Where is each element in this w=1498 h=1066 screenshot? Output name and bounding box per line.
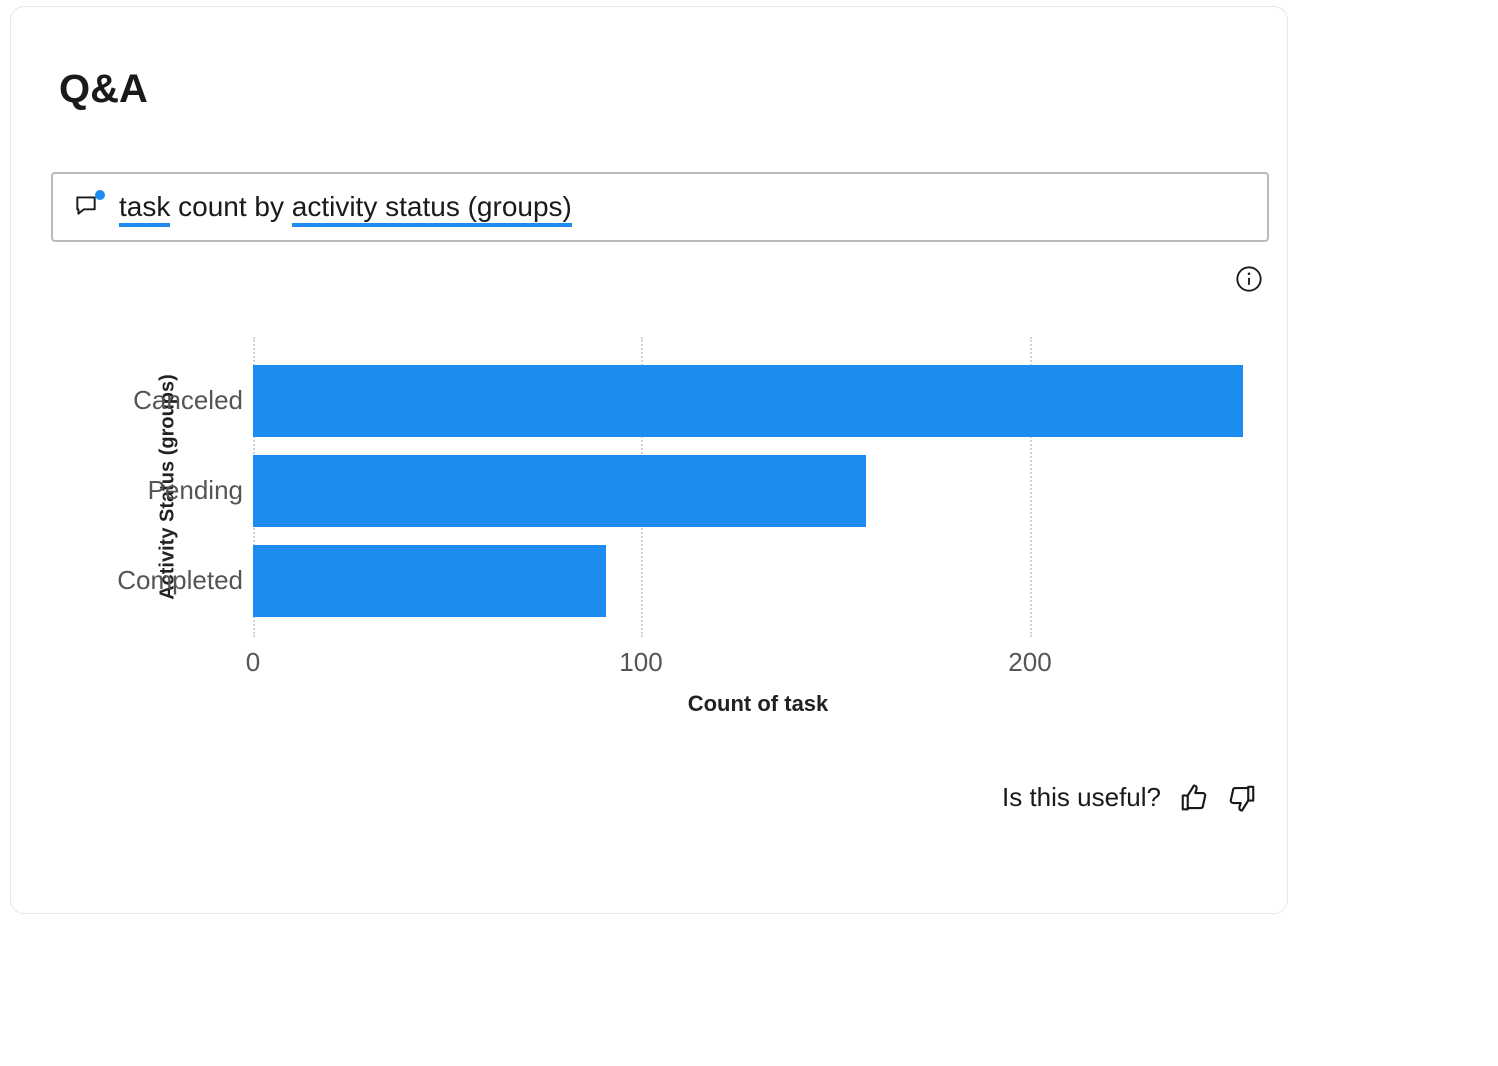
query-text: task count by activity status (groups) xyxy=(119,191,572,223)
thumbs-down-icon[interactable] xyxy=(1227,783,1257,813)
qa-card: Q&A task count by activity status (group… xyxy=(10,6,1288,914)
x-axis-title: Count of task xyxy=(688,691,829,717)
info-icon[interactable] xyxy=(1235,265,1263,293)
query-input[interactable]: task count by activity status (groups) xyxy=(51,172,1269,242)
plot-area xyxy=(253,337,1263,637)
y-category-2: Completed xyxy=(73,565,243,596)
thumbs-up-icon[interactable] xyxy=(1179,783,1209,813)
x-tick-1: 100 xyxy=(619,647,662,678)
feedback-bar: Is this useful? xyxy=(1002,782,1257,813)
y-category-1: Pending xyxy=(73,475,243,506)
query-seg-1: task xyxy=(119,191,170,227)
chat-bubble-icon xyxy=(73,192,103,222)
bar-canceled[interactable] xyxy=(253,365,1243,437)
y-category-0: Canceled xyxy=(73,385,243,416)
feedback-prompt: Is this useful? xyxy=(1002,782,1161,813)
query-seg-2: count by xyxy=(170,191,291,222)
x-tick-2: 200 xyxy=(1008,647,1051,678)
page-title: Q&A xyxy=(59,67,148,112)
bar-completed[interactable] xyxy=(253,545,606,617)
chart: Activity Status (groups) Canceled Pendin… xyxy=(63,337,1263,697)
query-seg-3: activity status (groups) xyxy=(292,191,572,227)
x-tick-0: 0 xyxy=(246,647,260,678)
notification-dot-icon xyxy=(95,190,105,200)
bar-pending[interactable] xyxy=(253,455,866,527)
